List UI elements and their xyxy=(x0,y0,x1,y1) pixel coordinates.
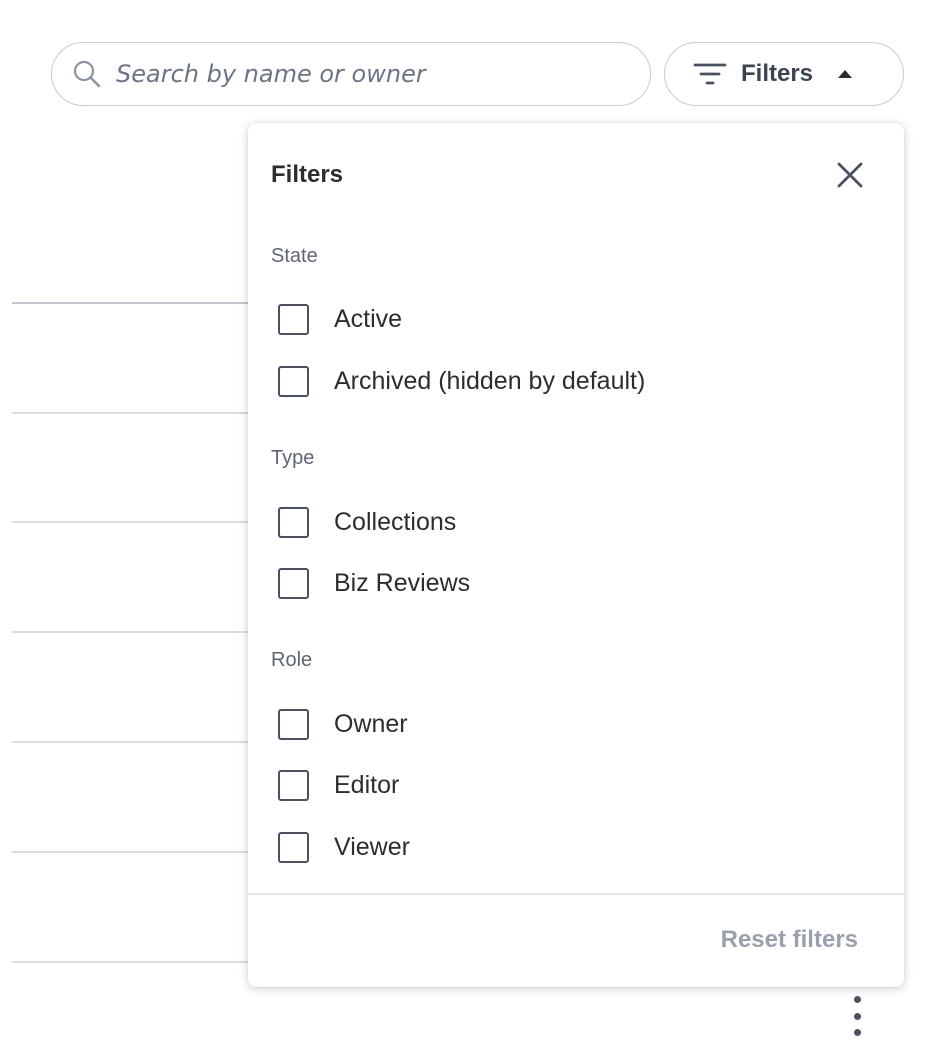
filter-option-active[interactable]: Active xyxy=(278,301,402,337)
option-label: Editor xyxy=(334,770,400,799)
filter-lines-icon xyxy=(693,61,727,87)
search-input[interactable] xyxy=(116,60,596,88)
checkbox[interactable] xyxy=(278,567,309,599)
filters-toggle-label: Filters xyxy=(741,60,814,87)
search-field[interactable] xyxy=(51,42,651,106)
table-row-divider xyxy=(12,521,252,523)
section-label-type: Type xyxy=(271,447,315,469)
checkbox[interactable] xyxy=(278,365,309,397)
checkbox[interactable] xyxy=(278,831,309,863)
kebab-dot xyxy=(853,996,861,1003)
popover-divider xyxy=(248,893,904,895)
kebab-dot xyxy=(853,1029,861,1036)
popover-title: Filters xyxy=(271,161,344,188)
table-row-divider xyxy=(12,412,252,414)
search-icon xyxy=(72,59,102,89)
filter-option-archived[interactable]: Archived (hidden by default) xyxy=(278,363,645,399)
checkbox[interactable] xyxy=(278,769,309,801)
section-label-role: Role xyxy=(271,649,313,671)
filter-option-collections[interactable]: Collections xyxy=(278,504,456,540)
caret-up-icon xyxy=(837,68,853,80)
checkbox[interactable] xyxy=(278,506,309,538)
filter-option-owner[interactable]: Owner xyxy=(278,706,408,742)
table-row-divider xyxy=(12,741,252,743)
close-icon xyxy=(837,162,863,188)
option-label: Archived (hidden by default) xyxy=(334,366,646,395)
option-label: Viewer xyxy=(334,832,410,861)
filter-option-viewer[interactable]: Viewer xyxy=(278,829,410,865)
kebab-dot xyxy=(853,1012,861,1020)
reset-filters-button[interactable]: Reset filters xyxy=(721,926,858,954)
table-row-divider xyxy=(12,631,252,633)
option-label: Biz Reviews xyxy=(334,568,471,597)
close-button[interactable] xyxy=(832,157,868,193)
table-row-divider xyxy=(12,302,252,304)
filters-toggle-button[interactable]: Filters xyxy=(664,42,904,106)
option-label: Active xyxy=(334,304,403,333)
filter-option-biz-reviews[interactable]: Biz Reviews xyxy=(278,565,470,601)
filters-popover: Filters State Active Archived (hidden by… xyxy=(248,123,904,987)
checkbox[interactable] xyxy=(278,708,309,740)
section-label-state: State xyxy=(271,245,318,267)
option-label: Collections xyxy=(334,507,457,536)
checkbox[interactable] xyxy=(278,303,309,335)
filter-option-editor[interactable]: Editor xyxy=(278,767,399,803)
table-row-divider xyxy=(12,851,252,853)
more-vertical-icon[interactable] xyxy=(846,996,868,1036)
option-label: Owner xyxy=(334,709,408,738)
page: Filters Filters State Active Archiv xyxy=(0,0,944,1058)
table-row-divider xyxy=(12,961,252,963)
